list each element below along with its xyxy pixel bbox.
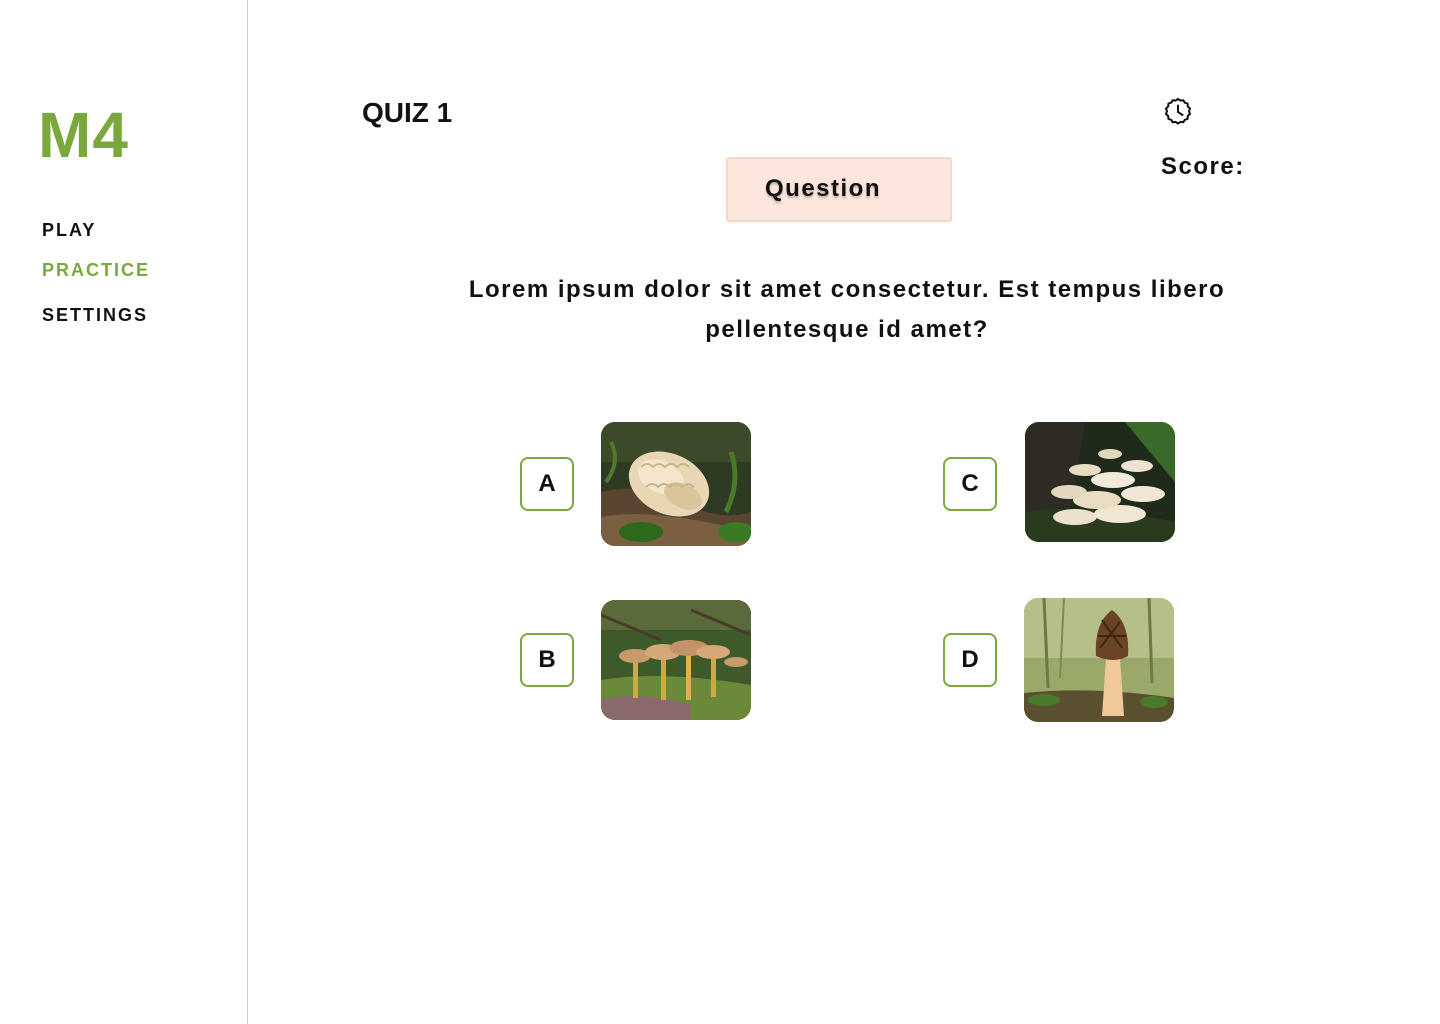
sidebar: M4 PLAY PRACTICE SETTINGS <box>0 0 248 1024</box>
option-a-image[interactable] <box>601 422 751 546</box>
option-a-button[interactable]: A <box>520 457 574 511</box>
sidebar-item-settings[interactable]: SETTINGS <box>42 304 150 326</box>
option-c-image[interactable] <box>1025 422 1175 542</box>
option-d-button[interactable]: D <box>943 633 997 687</box>
question-text: Lorem ipsum dolor sit amet consectetur. … <box>468 276 1226 343</box>
clock-icon <box>1162 96 1194 128</box>
sidebar-item-play[interactable]: PLAY <box>42 219 150 241</box>
score-label: Score: <box>1161 153 1245 180</box>
question-badge-label: Question <box>765 175 882 202</box>
option-b-button[interactable]: B <box>520 633 574 687</box>
sidebar-item-practice[interactable]: PRACTICE <box>42 259 150 281</box>
option-b-image[interactable] <box>601 600 751 720</box>
question-badge: Question <box>726 157 952 222</box>
sidebar-nav: PLAY PRACTICE SETTINGS <box>42 219 150 326</box>
page-title: QUIZ 1 <box>362 97 453 128</box>
app-logo: M4 <box>38 99 129 171</box>
option-d-image[interactable] <box>1024 598 1174 722</box>
option-c-button[interactable]: C <box>943 457 997 511</box>
